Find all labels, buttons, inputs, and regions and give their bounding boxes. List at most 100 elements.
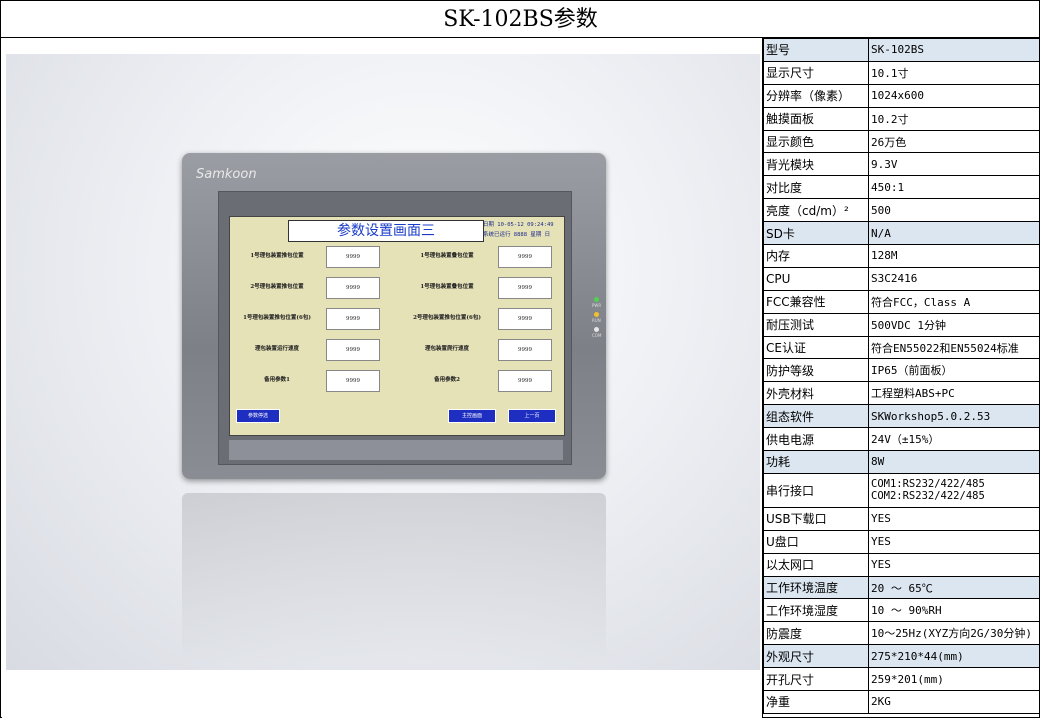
spec-row: 以太网口 YES xyxy=(763,552,1040,577)
spec-row: CPU S3C2416 xyxy=(763,266,1040,291)
spec-key: SD卡 xyxy=(763,221,869,246)
page-title: SK-102BS参数 xyxy=(1,1,1040,38)
spec-row: 开孔尺寸 259*201(mm) xyxy=(763,667,1040,692)
spec-key: 背光模块 xyxy=(763,152,869,177)
spec-value: SK-102BS xyxy=(868,38,1040,62)
param-value[interactable]: 9999 xyxy=(326,308,380,330)
spec-value: 2KG xyxy=(868,690,1040,714)
param-value[interactable]: 9999 xyxy=(498,370,552,392)
spec-row: 防震度 10～25Hz(XYZ方向2G/30分钟) xyxy=(763,621,1040,646)
main-control-button[interactable]: 主控画面 xyxy=(448,409,496,423)
spec-value: 26万色 xyxy=(868,129,1040,154)
spec-row: 亮度（cd/m）² 500 xyxy=(763,198,1040,223)
screen-datetime: 日期 10-05-12 09:24:49 系统已运行 8888 星期 日 xyxy=(483,220,563,240)
spec-row: 外观尺寸 275*210*44(mm) xyxy=(763,644,1040,669)
spec-value: SKWorkshop5.0.2.53 xyxy=(868,404,1040,429)
spec-value: 10 ～ 90%RH xyxy=(868,598,1040,623)
spec-key: CE认证 xyxy=(763,335,869,360)
brand-logo: Samkoon xyxy=(196,167,257,182)
screen-title: 参数设置画面三 xyxy=(288,220,484,242)
hmi-device: Samkoon PWR RUN COM 参数设置画面三 日期 10-05-12 … xyxy=(182,153,606,479)
spec-row: FCC兼容性 符合FCC，Class A xyxy=(763,289,1040,314)
param-label: 1号理包装置推包位置(6包) xyxy=(243,315,311,321)
spec-row: CE认证 符合EN55022和EN55024标准 xyxy=(763,335,1040,360)
spec-row: 净重 2KG xyxy=(763,690,1040,714)
param-value[interactable]: 9999 xyxy=(326,339,380,361)
spec-sheet: SK-102BS参数 Samkoon PWR RUN COM 参数设置画面三 日… xyxy=(0,0,1040,718)
spec-key: 供电电源 xyxy=(763,427,869,452)
spec-row: 背光模块 9.3V xyxy=(763,152,1040,177)
param-value[interactable]: 9999 xyxy=(498,308,552,330)
spec-value-line: COM1:RS232/422/485 xyxy=(871,478,985,491)
param-select-button[interactable]: 参数停选 xyxy=(236,409,280,423)
spec-table: 型号 SK-102BS 显示尺寸 10.1寸 分辨率（像素） 1024x600 触摸面板 10… xyxy=(763,38,1040,714)
spec-key: 开孔尺寸 xyxy=(763,667,869,692)
spec-row: U盘口 YES xyxy=(763,529,1040,554)
spec-row: 显示颜色 26万色 xyxy=(763,129,1040,154)
spec-value: 9.3V xyxy=(868,152,1040,177)
spec-value-line: COM2:RS232/422/485 xyxy=(871,490,985,503)
param-label: 2号理包装置推包位置(6包) xyxy=(413,315,481,321)
spec-value: 10～25Hz(XYZ方向2G/30分钟) xyxy=(868,621,1040,646)
spec-key: FCC兼容性 xyxy=(763,289,869,314)
spec-value: N/A xyxy=(868,221,1040,246)
spec-key: 工作环境湿度 xyxy=(763,598,869,623)
spec-value: 工程塑料ABS+PC xyxy=(868,381,1040,406)
spec-key: 内存 xyxy=(763,244,869,268)
spec-value: 24V（±15%） xyxy=(868,427,1040,452)
spec-row: 型号 SK-102BS xyxy=(763,38,1040,62)
run-led-icon xyxy=(594,312,599,317)
spec-value: COM1:RS232/422/485 COM2:RS232/422/485 xyxy=(868,472,1040,508)
spec-value: YES xyxy=(868,506,1040,531)
led-label: COM xyxy=(592,333,602,338)
spec-row: USB下载口 YES xyxy=(763,506,1040,531)
param-label: 理包装置爬行速度 xyxy=(424,346,469,352)
spec-row: 组态软件 SKWorkshop5.0.2.53 xyxy=(763,404,1040,429)
spec-key: 工作环境温度 xyxy=(763,575,869,600)
spec-row: 触摸面板 10.2寸 xyxy=(763,106,1040,131)
spec-key: 显示颜色 xyxy=(763,129,869,154)
spec-value: 500VDC 1分钟 xyxy=(868,312,1040,337)
led-label: PWR xyxy=(592,303,602,308)
param-value[interactable]: 9999 xyxy=(326,246,380,268)
spec-key: 耐压测试 xyxy=(763,312,869,337)
product-photo: Samkoon PWR RUN COM 参数设置画面三 日期 10-05-12 … xyxy=(2,38,763,718)
param-value[interactable]: 9999 xyxy=(498,339,552,361)
spec-value: 符合EN55022和EN55024标准 xyxy=(868,335,1040,360)
param-value[interactable]: 9999 xyxy=(498,246,552,268)
spec-row: 耐压测试 500VDC 1分钟 xyxy=(763,312,1040,337)
spec-key: 外观尺寸 xyxy=(763,644,869,669)
spec-key: 以太网口 xyxy=(763,552,869,577)
prev-page-button[interactable]: 上一页 xyxy=(508,409,556,423)
spec-value: 10.2寸 xyxy=(868,106,1040,131)
spec-value: 1024x600 xyxy=(868,83,1040,108)
spec-row: 串行接口 COM1:RS232/422/485 COM2:RS232/422/485 xyxy=(763,472,1040,508)
spec-key: U盘口 xyxy=(763,529,869,554)
spec-value: YES xyxy=(868,529,1040,554)
spec-row: 内存 128M xyxy=(763,244,1040,268)
spec-row: 工作环境温度 20 ～ 65℃ xyxy=(763,575,1040,600)
param-value[interactable]: 9999 xyxy=(498,277,552,299)
spec-value: 450:1 xyxy=(868,175,1040,200)
led-label: RUN xyxy=(592,318,601,323)
spec-row: 对比度 450:1 xyxy=(763,175,1040,200)
spec-key: 触摸面板 xyxy=(763,106,869,131)
spec-row: 防护等级 IP65（前面板） xyxy=(763,358,1040,383)
spec-value: 275*210*44(mm) xyxy=(868,644,1040,669)
spec-key: 功耗 xyxy=(763,450,869,474)
spec-key: 型号 xyxy=(763,38,869,62)
param-row: 理包装置运行速度 9999 理包装置爬行速度 9999 xyxy=(230,338,564,361)
spec-value: 128M xyxy=(868,244,1040,268)
spec-row: 分辨率（像素） 1024x600 xyxy=(763,83,1040,108)
spec-value: YES xyxy=(868,552,1040,577)
pwr-led-icon xyxy=(594,297,599,302)
status-leds: PWR RUN COM xyxy=(592,293,602,338)
spec-key: 组态软件 xyxy=(763,404,869,429)
param-value[interactable]: 9999 xyxy=(326,370,380,392)
param-label: 2号理包装置推包位置 xyxy=(250,284,304,290)
spec-key: 防震度 xyxy=(763,621,869,646)
status-line: 系统已运行 8888 星期 日 xyxy=(483,232,551,238)
spec-row: 功耗 8W xyxy=(763,450,1040,474)
param-value[interactable]: 9999 xyxy=(326,277,380,299)
spec-value: 8W xyxy=(868,450,1040,474)
